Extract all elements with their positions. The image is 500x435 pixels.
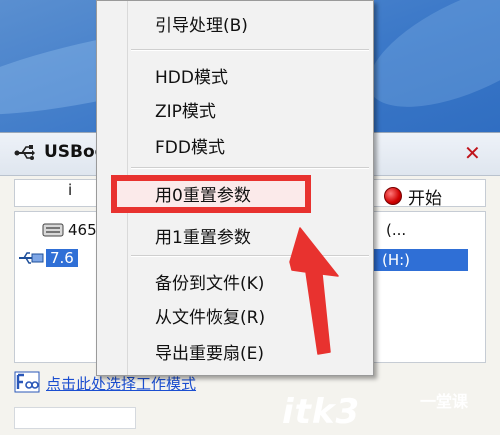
device-info-selected: (H:) [372,249,468,271]
menu-item-backup[interactable]: 备份到文件(K) [155,269,264,294]
context-menu: 引导处理(B) HDD模式 ZIP模式 FDD模式 用0重置参数 用1重置参数 … [96,0,374,376]
status-field [14,407,136,429]
menu-separator [131,255,369,257]
close-icon[interactable]: ✕ [464,141,481,165]
device-label: 465 [68,221,97,239]
menu-separator [131,49,369,51]
device-info-text: (... [386,221,407,239]
device-label: 7.6 [46,249,78,267]
menu-item-fdd-mode[interactable]: FDD模式 [155,133,225,158]
usb-icon [14,145,35,160]
device-row[interactable]: 465 [42,221,97,239]
menu-item-hdd-mode[interactable]: HDD模式 [155,63,228,88]
device-row-selected[interactable]: 7.6 [18,249,78,267]
mode-select-link[interactable]: 点击此处选择工作模式 [46,373,196,394]
menu-separator [131,167,369,169]
menu-item-boot[interactable]: 引导处理(B) [155,11,248,36]
watermark-sub: 一堂课 [420,392,469,411]
menu-item-reset-0[interactable]: 用0重置参数 [155,181,251,206]
start-button[interactable]: 开始 [384,183,442,209]
record-icon [384,187,402,205]
menu-item-zip-mode[interactable]: ZIP模式 [155,97,216,122]
menu-item-reset-1[interactable]: 用1重置参数 [155,223,251,248]
hard-disk-icon [42,223,64,237]
device-info: (... [386,221,406,239]
device-info-text: (H:) [382,251,411,269]
toolbar-button-label[interactable]: i [68,181,72,199]
menu-item-restore[interactable]: 从文件恢复(R) [155,303,265,328]
app-logo-icon [14,371,40,393]
menu-item-export[interactable]: 导出重要扇(E) [155,339,264,364]
usb-drive-icon [19,252,44,264]
start-label: 开始 [408,188,442,209]
watermark-logo: itk3 [282,392,361,432]
